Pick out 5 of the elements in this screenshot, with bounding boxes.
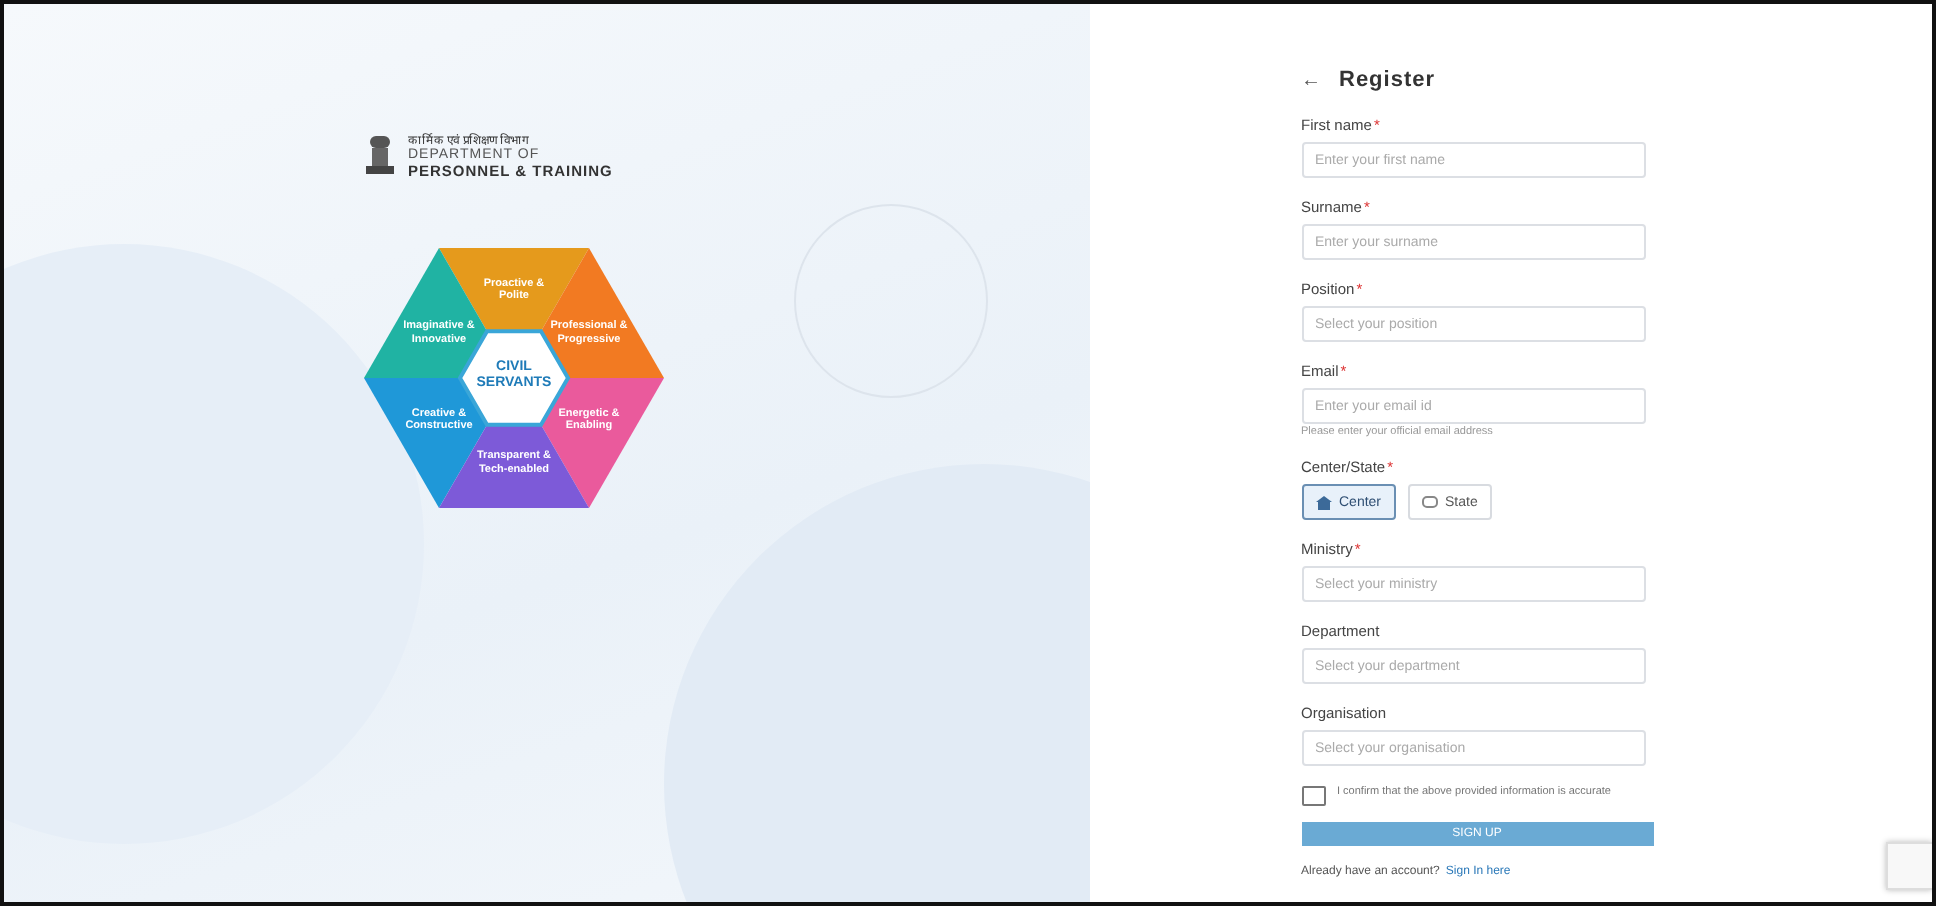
- building-icon: [1315, 495, 1331, 509]
- back-button[interactable]: ←: [1301, 69, 1321, 91]
- page-title: Register: [1339, 68, 1436, 92]
- checkbox[interactable]: [1301, 786, 1325, 806]
- chat-icon: [1421, 495, 1438, 509]
